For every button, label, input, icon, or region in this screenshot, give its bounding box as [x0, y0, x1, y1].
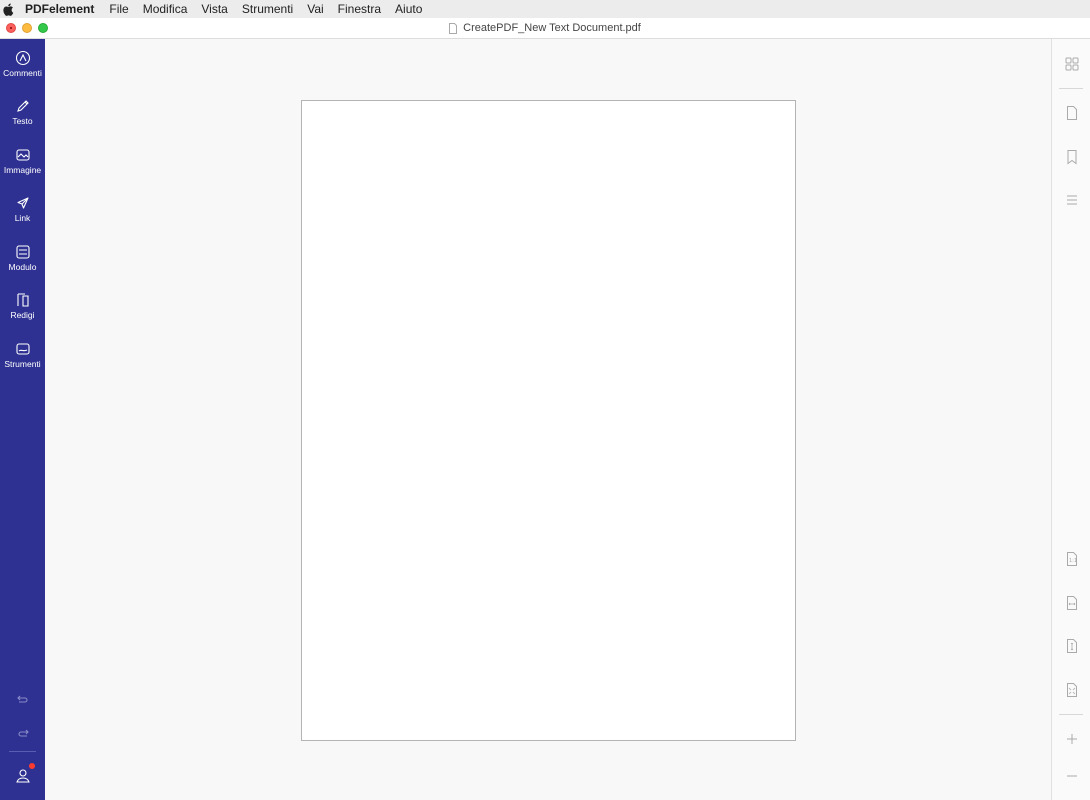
zoom-out-icon[interactable] [1064, 768, 1080, 784]
left-toolbar: Commenti Testo Immagine Link Modulo Redi… [0, 39, 45, 800]
toolbar-redigi[interactable]: Redigi [0, 292, 45, 320]
pencil-icon [16, 100, 29, 112]
actual-size-icon[interactable]: 1:1 [1064, 551, 1080, 567]
toolbar-label: Testo [12, 116, 33, 126]
full-screen-icon[interactable] [1064, 682, 1080, 698]
sidebar-divider [9, 751, 36, 752]
toolbar-strumenti[interactable]: Strumenti [0, 341, 45, 369]
toolbar-link[interactable]: Link [0, 195, 45, 223]
menu-file[interactable]: File [109, 2, 128, 16]
page-icon[interactable] [1064, 105, 1080, 121]
svg-text:1:1: 1:1 [1069, 558, 1077, 564]
toolbar-label: Redigi [10, 310, 35, 320]
toolbar-label: Immagine [3, 165, 42, 175]
title-bar: CreatePDF_New Text Document.pdf [0, 18, 1090, 39]
menu-bar: PDFelement File Modifica Vista Strumenti… [0, 0, 1090, 18]
redo-button[interactable] [0, 727, 45, 745]
toolbar-commenti[interactable]: Commenti [0, 50, 45, 78]
toolbar-label: Strumenti [4, 359, 41, 369]
menu-strumenti[interactable]: Strumenti [242, 2, 293, 16]
toolbar-label: Modulo [8, 262, 37, 272]
document-icon [449, 22, 458, 34]
zoom-in-icon[interactable] [1064, 731, 1080, 747]
link-icon [16, 197, 29, 209]
app-menu[interactable]: PDFelement [25, 2, 94, 16]
menu-vista[interactable]: Vista [201, 2, 227, 16]
menu-finestra[interactable]: Finestra [338, 2, 381, 16]
bookmark-icon[interactable] [1064, 149, 1080, 165]
thumbnails-icon[interactable] [1064, 56, 1080, 72]
right-toolbar: 1:1 [1051, 39, 1090, 800]
toolbar-label: Commenti [3, 68, 42, 78]
account-icon [15, 769, 30, 783]
outline-icon[interactable] [1064, 192, 1080, 208]
tools-icon [15, 343, 30, 355]
notification-badge [29, 763, 35, 769]
account-button[interactable] [0, 768, 45, 789]
form-icon [15, 245, 30, 259]
image-icon [15, 149, 30, 161]
menu-aiuto[interactable]: Aiuto [395, 2, 422, 16]
redact-icon [16, 293, 29, 307]
right-divider [1059, 714, 1083, 715]
toolbar-testo[interactable]: Testo [0, 98, 45, 126]
menu-modifica[interactable]: Modifica [143, 2, 188, 16]
document-canvas[interactable] [45, 39, 1051, 800]
redo-icon [17, 729, 29, 737]
right-divider [1059, 88, 1083, 89]
fit-width-icon[interactable] [1064, 595, 1080, 611]
toolbar-modulo[interactable]: Modulo [0, 244, 45, 272]
comment-icon [15, 50, 30, 66]
toolbar-immagine[interactable]: Immagine [0, 147, 45, 175]
undo-button[interactable] [0, 693, 45, 711]
pdf-page[interactable] [301, 100, 796, 741]
apple-icon[interactable] [3, 2, 15, 16]
menu-vai[interactable]: Vai [307, 2, 323, 16]
toolbar-label: Link [14, 213, 31, 223]
undo-icon [16, 695, 28, 703]
window-title: CreatePDF_New Text Document.pdf [463, 22, 641, 34]
fit-page-icon[interactable] [1064, 638, 1080, 654]
window-title-area: CreatePDF_New Text Document.pdf [0, 22, 1090, 34]
